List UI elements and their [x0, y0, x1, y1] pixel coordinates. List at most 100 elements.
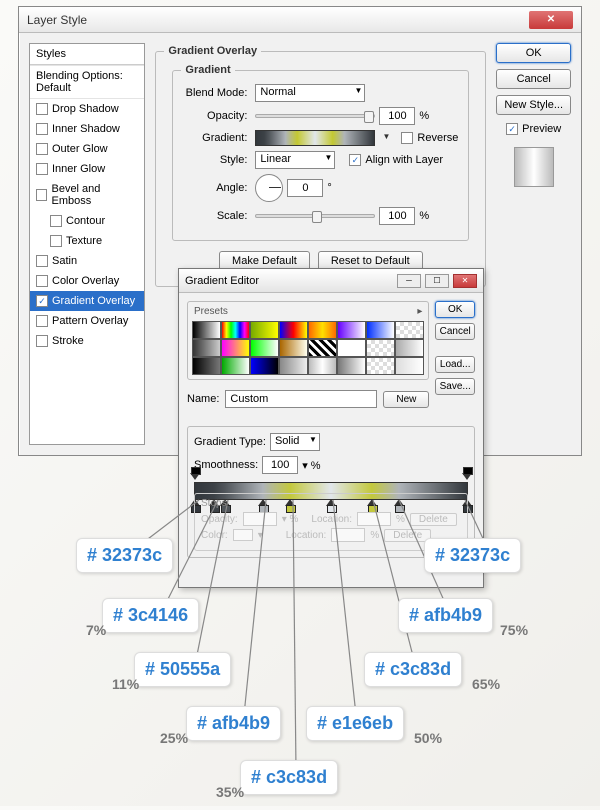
preset-swatch[interactable] — [366, 321, 395, 339]
ge-cancel-button[interactable]: Cancel — [435, 323, 475, 340]
preset-swatch[interactable] — [308, 339, 337, 357]
preset-swatch[interactable] — [192, 357, 221, 375]
name-label: Name: — [187, 393, 219, 405]
preset-swatch[interactable] — [337, 339, 366, 357]
stop-location-input[interactable] — [357, 512, 391, 526]
preset-swatch[interactable] — [250, 321, 279, 339]
style-checkbox[interactable] — [50, 235, 62, 247]
scale-slider[interactable] — [255, 214, 375, 218]
style-item-gradient-overlay[interactable]: ✓Gradient Overlay — [30, 291, 144, 311]
preset-swatch[interactable] — [366, 339, 395, 357]
callout-pct: 7% — [86, 622, 106, 638]
preset-swatch[interactable] — [395, 357, 424, 375]
ge-close-button[interactable]: ✕ — [453, 274, 477, 288]
blending-options[interactable]: Blending Options: Default — [30, 65, 144, 99]
subgroup-title: Gradient — [181, 64, 234, 76]
angle-input[interactable] — [287, 179, 323, 197]
blend-mode-label: Blend Mode: — [183, 87, 251, 99]
preset-swatch[interactable] — [337, 357, 366, 375]
cancel-button[interactable]: Cancel — [496, 69, 571, 89]
ok-button[interactable]: OK — [496, 43, 571, 63]
angle-dial[interactable] — [255, 174, 283, 202]
delete-color-stop-button[interactable]: Delete — [384, 529, 431, 542]
style-checkbox[interactable] — [36, 163, 48, 175]
minimize-button[interactable]: ─ — [397, 274, 421, 288]
callout-pct: 35% — [216, 784, 244, 800]
style-checkbox[interactable] — [36, 123, 48, 135]
style-checkbox[interactable] — [50, 215, 62, 227]
presets-box: Presets▸ — [187, 301, 429, 380]
presets-menu-icon[interactable]: ▸ — [417, 306, 422, 317]
align-checkbox[interactable]: ✓ — [349, 154, 361, 166]
preset-swatch[interactable] — [192, 321, 221, 339]
scale-input[interactable] — [379, 207, 415, 225]
style-item-pattern-overlay[interactable]: Pattern Overlay — [30, 311, 144, 331]
preset-swatch[interactable] — [279, 321, 308, 339]
preview-checkbox[interactable]: ✓ — [506, 123, 518, 135]
maximize-button[interactable]: ☐ — [425, 274, 449, 288]
stop-color-location-input[interactable] — [331, 528, 365, 542]
style-label: Style: — [183, 154, 251, 166]
style-checkbox[interactable] — [36, 315, 48, 327]
preset-swatch[interactable] — [192, 339, 221, 357]
opacity-stop[interactable] — [462, 473, 472, 483]
preset-swatch[interactable] — [250, 339, 279, 357]
style-checkbox[interactable] — [36, 143, 48, 155]
style-item-stroke[interactable]: Stroke — [30, 331, 144, 351]
stops-title: Stops — [201, 498, 461, 509]
style-item-outer-glow[interactable]: Outer Glow — [30, 139, 144, 159]
opacity-slider[interactable] — [255, 114, 375, 118]
preset-swatch[interactable] — [395, 321, 424, 339]
preset-swatch[interactable] — [395, 339, 424, 357]
gradient-swatch[interactable] — [255, 130, 375, 146]
style-checkbox[interactable] — [36, 255, 48, 267]
preset-swatch[interactable] — [308, 321, 337, 339]
style-checkbox[interactable] — [36, 189, 47, 201]
stop-color-swatch[interactable] — [233, 529, 253, 541]
gradient-type-select[interactable]: Solid — [270, 433, 320, 451]
callout-pct: 65% — [472, 676, 500, 692]
style-item-inner-glow[interactable]: Inner Glow — [30, 159, 144, 179]
group-title: Gradient Overlay — [164, 45, 261, 57]
preset-swatch[interactable] — [366, 357, 395, 375]
reverse-checkbox[interactable] — [401, 132, 413, 144]
blend-mode-select[interactable]: Normal — [255, 84, 365, 102]
preset-swatch[interactable] — [221, 321, 250, 339]
preset-swatch[interactable] — [279, 357, 308, 375]
style-checkbox[interactable] — [36, 335, 48, 347]
preset-swatch[interactable] — [308, 357, 337, 375]
ge-ok-button[interactable]: OK — [435, 301, 475, 318]
right-column: OK Cancel New Style... ✓ Preview — [496, 43, 571, 445]
stops-box: Stops Opacity:▾ % Location:% Delete Colo… — [194, 493, 468, 551]
style-item-texture[interactable]: Texture — [30, 231, 144, 251]
save-button[interactable]: Save... — [435, 378, 475, 395]
preset-swatch[interactable] — [337, 321, 366, 339]
style-select[interactable]: Linear — [255, 151, 335, 169]
opacity-input[interactable] — [379, 107, 415, 125]
style-item-bevel-and-emboss[interactable]: Bevel and Emboss — [30, 179, 144, 211]
style-item-contour[interactable]: Contour — [30, 211, 144, 231]
style-item-color-overlay[interactable]: Color Overlay — [30, 271, 144, 291]
close-button[interactable]: ✕ — [529, 11, 573, 29]
style-item-drop-shadow[interactable]: Drop Shadow — [30, 99, 144, 119]
style-item-satin[interactable]: Satin — [30, 251, 144, 271]
style-checkbox[interactable] — [36, 103, 48, 115]
new-style-button[interactable]: New Style... — [496, 95, 571, 115]
opacity-stop[interactable] — [190, 473, 200, 483]
smoothness-input[interactable] — [262, 456, 298, 474]
preset-swatch[interactable] — [279, 339, 308, 357]
style-checkbox[interactable] — [36, 275, 48, 287]
delete-stop-button[interactable]: Delete — [410, 513, 457, 526]
preset-swatch[interactable] — [221, 357, 250, 375]
stop-opacity-input[interactable] — [243, 512, 277, 526]
opacity-label: Opacity: — [183, 110, 251, 122]
styles-header[interactable]: Styles — [30, 44, 144, 65]
preset-swatch[interactable] — [221, 339, 250, 357]
style-item-inner-shadow[interactable]: Inner Shadow — [30, 119, 144, 139]
callout-tag: # e1e6eb — [306, 706, 404, 741]
style-checkbox[interactable]: ✓ — [36, 295, 48, 307]
name-input[interactable] — [225, 390, 377, 408]
new-button[interactable]: New — [383, 391, 429, 408]
load-button[interactable]: Load... — [435, 356, 475, 373]
preset-swatch[interactable] — [250, 357, 279, 375]
